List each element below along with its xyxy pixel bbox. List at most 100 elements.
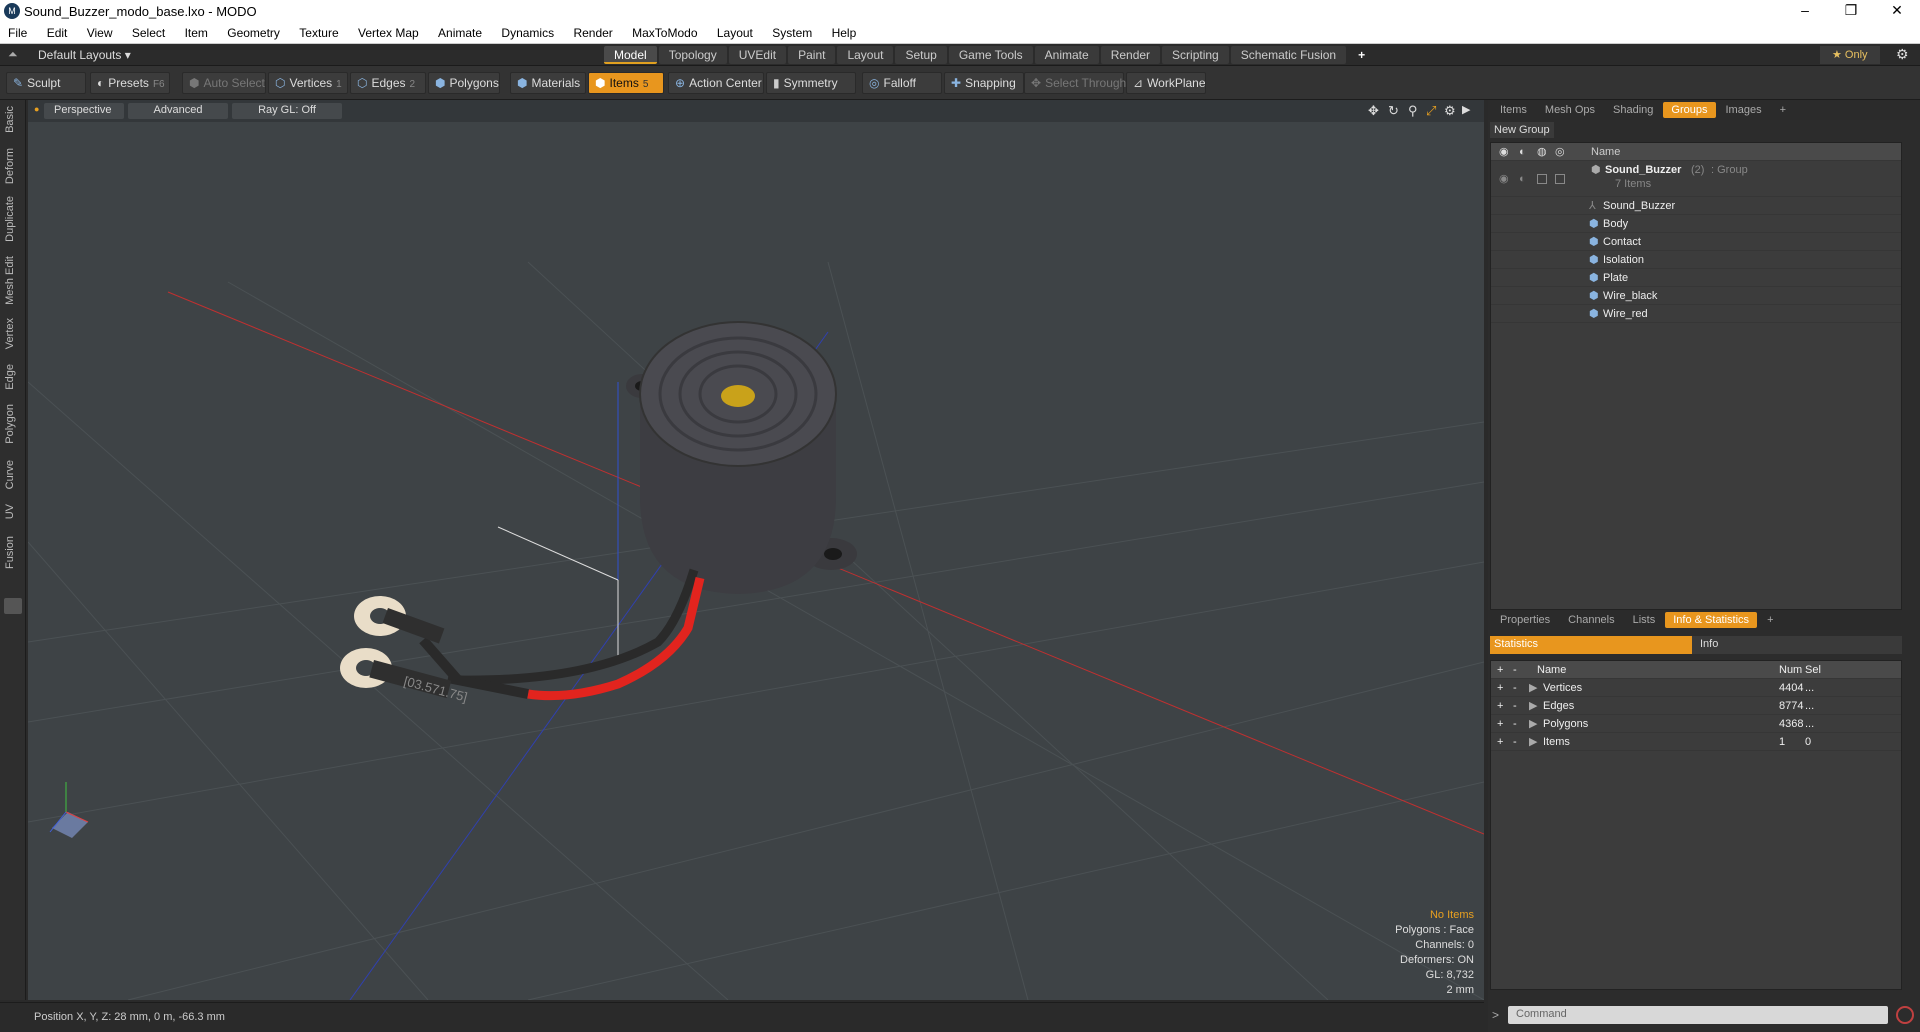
tab-images[interactable]: Images (1718, 102, 1770, 118)
menu-render[interactable]: Render (565, 22, 620, 40)
expand-arrow-icon[interactable]: ▶ (1529, 697, 1537, 715)
select-icon[interactable]: ◎ (1555, 143, 1565, 161)
collapse-all-icon[interactable]: - (1513, 661, 1517, 679)
tab-model[interactable]: Model (604, 46, 657, 64)
3d-viewport[interactable]: ● Perspective Advanced Ray GL: Off ✥ ↻ ⚲… (28, 100, 1484, 1000)
vtab-fusion[interactable]: Fusion (4, 536, 22, 569)
menu-item[interactable]: Item (177, 22, 216, 40)
group-lock-checkbox[interactable] (1537, 174, 1547, 184)
menu-file[interactable]: File (0, 22, 35, 40)
tab-info-statistics[interactable]: Info & Statistics (1665, 612, 1758, 628)
menu-animate[interactable]: Animate (430, 22, 490, 40)
menu-select[interactable]: Select (124, 22, 173, 40)
tab-shading[interactable]: Shading (1605, 102, 1661, 118)
sculpt-button[interactable]: ✎ Sculpt (6, 72, 86, 94)
tree-row-wire-red[interactable]: ⬢ Wire_red (1491, 305, 1901, 323)
perspective-button[interactable]: Perspective (44, 103, 124, 119)
items-button[interactable]: ⬢ Items 5 (588, 72, 664, 94)
tab-groups[interactable]: Groups (1663, 102, 1716, 118)
command-input[interactable]: Command (1508, 1006, 1888, 1024)
add-icon[interactable]: + (1497, 679, 1503, 697)
minimize-button[interactable]: – (1782, 0, 1828, 22)
menu-layout[interactable]: Layout (709, 22, 761, 40)
tree-row-contact[interactable]: ⬢ Contact (1491, 233, 1901, 251)
vtab-uv[interactable]: UV (4, 504, 22, 519)
tree-row-group[interactable]: ◉ ◐ ⬢ Sound_Buzzer (2) : Group 7 Items (1491, 161, 1901, 197)
lock-icon[interactable]: ◍ (1537, 143, 1547, 161)
group-render-icon[interactable]: ◐ (1519, 170, 1526, 188)
info-tab[interactable]: Info (1692, 636, 1902, 654)
action-center-button[interactable]: ⊕ Action Center (668, 72, 764, 94)
tree-row-plate[interactable]: ⬢ Plate (1491, 269, 1901, 287)
menu-system[interactable]: System (764, 22, 820, 40)
menu-view[interactable]: View (79, 22, 121, 40)
vtab-duplicate[interactable]: Duplicate (4, 196, 22, 242)
tab-mesh-ops[interactable]: Mesh Ops (1537, 102, 1603, 118)
expand-all-icon[interactable]: + (1497, 661, 1503, 679)
stats-row-vertices[interactable]: + - ▶ Vertices 4404 ... (1491, 679, 1901, 697)
tab-game-tools[interactable]: Game Tools (948, 46, 1033, 64)
tree-row-wire-black[interactable]: ⬢ Wire_black (1491, 287, 1901, 305)
presets-button[interactable]: ◐ Presets F6 (90, 72, 170, 94)
advanced-button[interactable]: Advanced (128, 103, 228, 119)
add-icon[interactable]: + (1497, 715, 1503, 733)
tab-setup[interactable]: Setup (895, 46, 947, 64)
expand-arrow-icon[interactable]: ▶ (1529, 679, 1537, 697)
menu-vertex-map[interactable]: Vertex Map (350, 22, 427, 40)
add-panel-tab-icon[interactable]: + (1772, 102, 1794, 118)
expand-arrow-icon[interactable]: ▶ (1529, 733, 1537, 751)
tool-tab-toggle[interactable] (4, 598, 22, 614)
settings-gear-icon[interactable]: ⚙ (1896, 46, 1909, 63)
visibility-eye-icon[interactable]: ◉ (1499, 143, 1509, 161)
viewport-expand-icon[interactable]: ▶ (1462, 103, 1470, 116)
viewport-settings-icon[interactable]: ⚙ (1444, 103, 1456, 119)
tab-lists[interactable]: Lists (1625, 612, 1664, 628)
menu-help[interactable]: Help (824, 22, 865, 40)
layout-arrow-icon[interactable]: ⏶ (8, 47, 18, 62)
tab-animate[interactable]: Animate (1034, 46, 1099, 64)
stats-row-items[interactable]: + - ▶ Items 1 0 (1491, 733, 1901, 751)
remove-icon[interactable]: - (1513, 715, 1517, 733)
menu-dynamics[interactable]: Dynamics (493, 22, 562, 40)
render-icon[interactable]: ◐ (1519, 143, 1526, 161)
stats-row-edges[interactable]: + - ▶ Edges 8774 ... (1491, 697, 1901, 715)
fit-view-icon[interactable]: ⤢ (1426, 103, 1436, 119)
tab-items[interactable]: Items (1492, 102, 1535, 118)
vtab-polygon[interactable]: Polygon (4, 404, 22, 444)
viewport-menu-icon[interactable]: ● (34, 104, 39, 114)
vtab-vertex[interactable]: Vertex (4, 318, 22, 349)
raygl-button[interactable]: Ray GL: Off (232, 103, 342, 119)
remove-icon[interactable]: - (1513, 697, 1517, 715)
menu-maxtomodo[interactable]: MaxToModo (624, 22, 705, 40)
tab-properties[interactable]: Properties (1492, 612, 1558, 628)
vertices-button[interactable]: ⬡ Vertices 1 (268, 72, 348, 94)
menu-edit[interactable]: Edit (39, 22, 76, 40)
layout-selector[interactable]: Default Layouts ▾ (38, 48, 131, 62)
tab-uvedit[interactable]: UVEdit (728, 46, 787, 64)
add-icon[interactable]: + (1497, 697, 1503, 715)
rotate-view-icon[interactable]: ↻ (1388, 103, 1399, 119)
record-macro-icon[interactable] (1896, 1006, 1914, 1024)
materials-button[interactable]: ⬢ Materials (510, 72, 586, 94)
tree-row-isolation[interactable]: ⬢ Isolation (1491, 251, 1901, 269)
add-icon[interactable]: + (1497, 733, 1503, 751)
vtab-edge[interactable]: Edge (4, 364, 22, 390)
vtab-basic[interactable]: Basic (4, 106, 22, 133)
statistics-tab[interactable]: Statistics (1490, 636, 1692, 654)
menu-texture[interactable]: Texture (291, 22, 346, 40)
tree-row-body[interactable]: ⬢ Body (1491, 215, 1901, 233)
only-toggle[interactable]: ★ Only (1820, 46, 1880, 64)
workplane-button[interactable]: ⊿ WorkPlane (1126, 72, 1206, 94)
zoom-view-icon[interactable]: ⚲ (1408, 103, 1418, 119)
vtab-mesh-edit[interactable]: Mesh Edit (4, 256, 22, 305)
group-select-checkbox[interactable] (1555, 174, 1565, 184)
select-through-button[interactable]: ✥ Select Through (1024, 72, 1126, 94)
edges-button[interactable]: ⬡ Edges 2 (350, 72, 426, 94)
vtab-deform[interactable]: Deform (4, 148, 22, 184)
tab-layout[interactable]: Layout (837, 46, 894, 64)
group-eye-icon[interactable]: ◉ (1499, 170, 1509, 188)
close-button[interactable]: ✕ (1874, 0, 1920, 22)
add-tab-icon[interactable]: + (1348, 46, 1375, 64)
tab-paint[interactable]: Paint (788, 46, 836, 64)
polygons-button[interactable]: ⬢ Polygons (428, 72, 500, 94)
